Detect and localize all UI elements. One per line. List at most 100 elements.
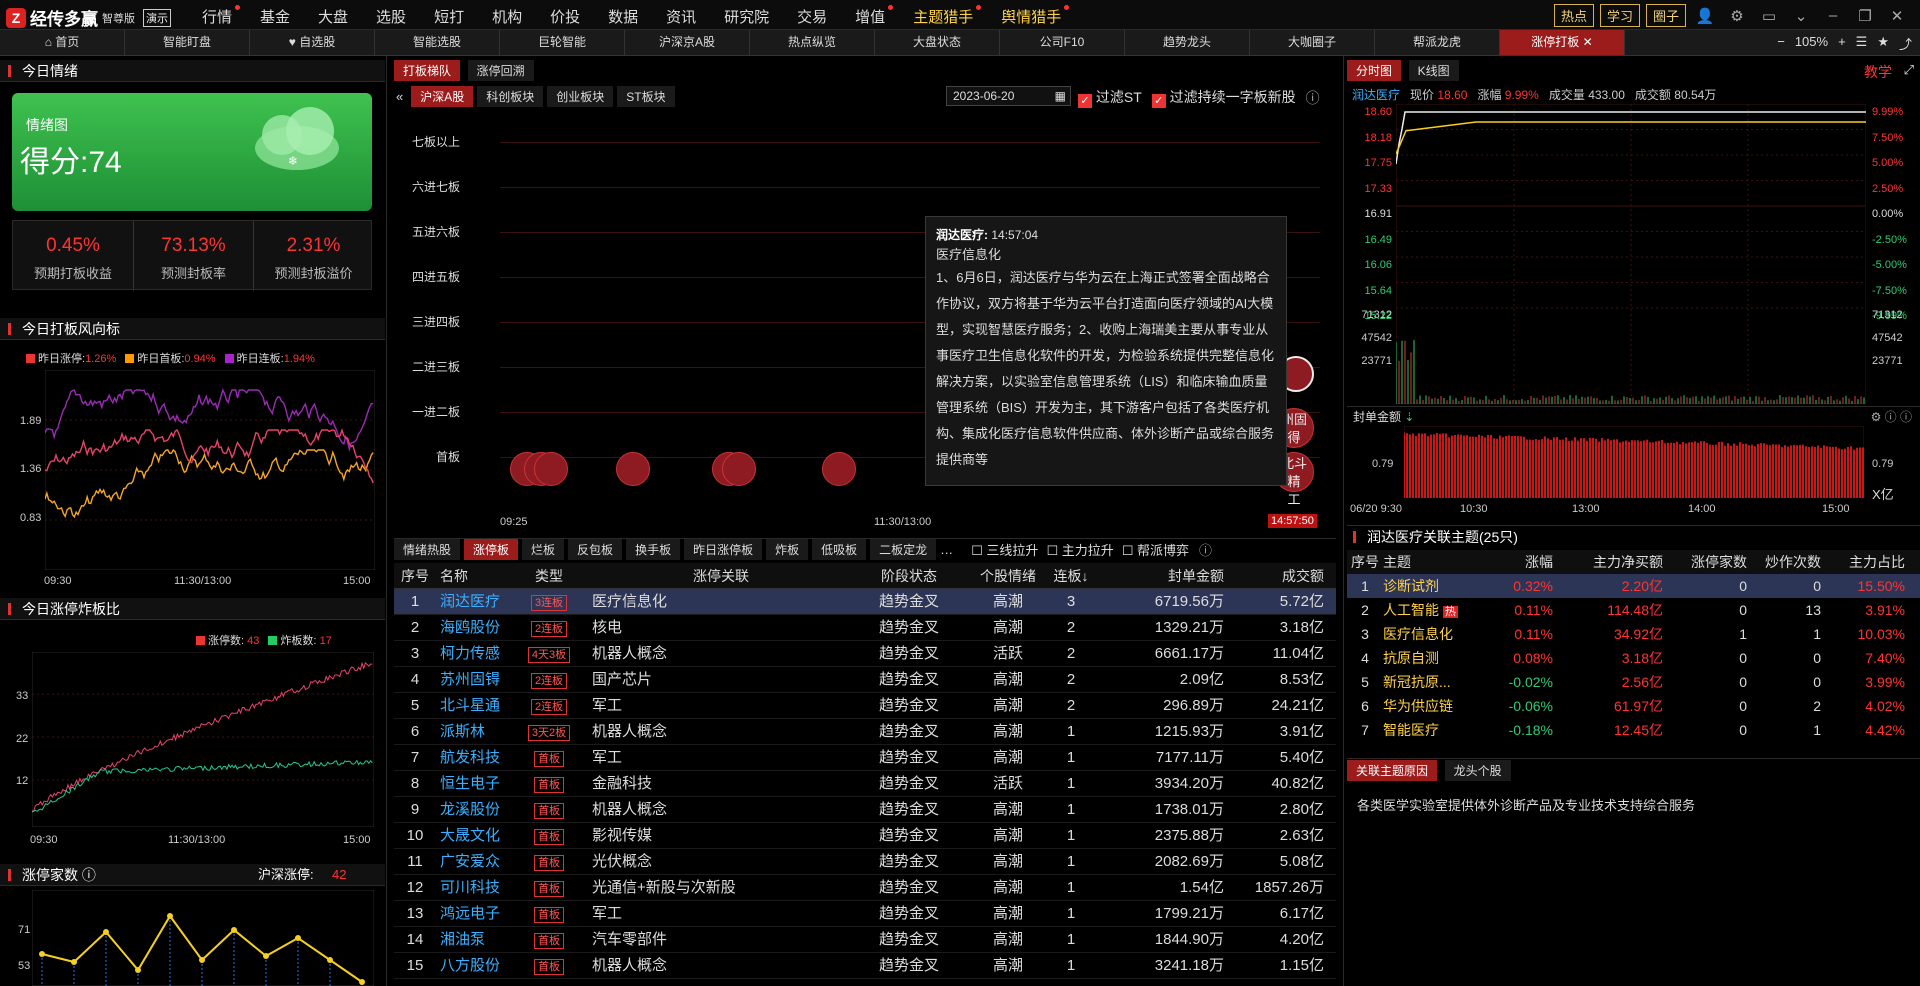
table-row[interactable]: 15 八方股份 首板 机器人概念 趋势金叉 高潮 1 3241.18万 1.15亿 (394, 953, 1336, 979)
stock-bubble[interactable] (822, 452, 856, 486)
market-tab-chuangye[interactable]: 创业板块 (547, 86, 614, 107)
tab-a-shares[interactable]: 沪深京A股 (625, 30, 750, 55)
window-layout-icon[interactable]: ▭ (1756, 7, 1782, 25)
help-icon[interactable]: ⓘ (82, 867, 96, 883)
tab-theme-reason[interactable]: 关联主题原因 (1347, 760, 1438, 781)
check-main-force[interactable]: ☐ 主力拉升 (1046, 540, 1113, 559)
menu-jigou[interactable]: 机构 (478, 6, 536, 27)
stock-bubble[interactable] (722, 452, 756, 486)
help-icon[interactable]: ⓘ (1306, 88, 1320, 108)
table-row[interactable]: 7 航发科技 首板 军工 趋势金叉 高潮 1 7177.11万 5.40亿 (394, 745, 1336, 771)
menu-shuju[interactable]: 数据 (594, 6, 652, 27)
tab-leader-stocks[interactable]: 龙头个股 (1444, 760, 1511, 781)
more-tabs-icon[interactable]: … (940, 542, 953, 557)
tab-gang-dragon[interactable]: 帮派龙虎 (1375, 30, 1500, 55)
tab-kline[interactable]: K线图 (1408, 60, 1459, 81)
learn-button[interactable]: 学习 (1599, 4, 1640, 27)
app-logo[interactable]: Z 经传多赢 智尊版 演示 (6, 5, 171, 30)
pin-icon[interactable]: ☰ (1856, 34, 1868, 53)
table-row[interactable]: 11 广安爱众 首板 光伏概念 趋势金叉 高潮 1 2082.69万 5.08亿 (394, 849, 1336, 875)
menu-sentiment-hunter[interactable]: 舆情猎手 (987, 5, 1075, 27)
theme-row[interactable]: 5 新冠抗原... -0.02% 2.56亿 0 0 3.99% (1347, 670, 1920, 694)
restore-icon[interactable]: ❐ (1852, 7, 1878, 25)
theme-row[interactable]: 2 人工智能 热 0.11% 114.48亿 0 13 3.91% (1347, 598, 1920, 622)
close-icon[interactable]: ✕ (1884, 7, 1910, 25)
market-tab-hushen[interactable]: 沪深A股 (411, 86, 474, 107)
seal-tools[interactable]: ⚙ ⓘ ⓘ (1871, 407, 1912, 427)
table-row[interactable]: 1 润达医疗 3连板 医疗信息化 趋势金叉 高潮 3 6719.56万 5.72亿 (394, 589, 1336, 615)
tab-market-state[interactable]: 大盘状态 (875, 30, 1000, 55)
table-row[interactable]: 3 柯力传感 4天3板 机器人概念 趋势金叉 活跃 2 6661.17万 11.04亿 (394, 641, 1336, 667)
menu-yanjiuyuan[interactable]: 研究院 (710, 6, 783, 27)
theme-row[interactable]: 1 诊断试剂 0.32% 2.20亿 0 0 15.50% (1347, 574, 1920, 598)
table-row[interactable]: 2 海鸥股份 2连板 核电 趋势金叉 高潮 2 1329.21万 3.18亿 (394, 615, 1336, 641)
list-tab-yesterday[interactable]: 昨日涨停板 (684, 539, 763, 560)
circle-button[interactable]: 圈子 (1645, 4, 1686, 27)
star-icon[interactable]: ★ (1877, 34, 1889, 53)
tab-limit-up[interactable]: 涨停打板 ✕ (1500, 30, 1625, 55)
date-picker[interactable]: 2023-06-20 ▦ (946, 86, 1071, 106)
menu-duanda[interactable]: 短打 (420, 6, 478, 27)
list-tab-low-buy[interactable]: 低吸板 (812, 539, 867, 560)
list-tab-rebound[interactable]: 反包板 (568, 539, 623, 560)
table-row[interactable]: 12 可川科技 首板 光通信+新股与次新股 趋势金叉 高潮 1 1.54亿 1857.26万 (394, 875, 1336, 901)
theme-row[interactable]: 3 医疗信息化 0.11% 34.92亿 1 1 10.03% (1347, 622, 1920, 646)
table-row[interactable]: 6 派斯林 3天2板 机器人概念 趋势金叉 高潮 1 1215.93万 3.91亿 (394, 719, 1336, 745)
table-row[interactable]: 4 苏州固锝 2连板 国产芯片 趋势金叉 高潮 2 2.09亿 8.53亿 (394, 667, 1336, 693)
theme-row[interactable]: 4 抗原自测 0.08% 3.18亿 0 0 7.40% (1347, 646, 1920, 670)
table-row[interactable]: 5 北斗星通 2连板 军工 趋势金叉 高潮 2 296.89万 24.21亿 (394, 693, 1336, 719)
tab-julun[interactable]: 巨轮智能 (500, 30, 625, 55)
tab-trend-leader[interactable]: 趋势龙头 (1125, 30, 1250, 55)
list-tab-hot[interactable]: 情绪热股 (394, 539, 461, 560)
expand-icon[interactable]: ⤢ (1904, 62, 1914, 78)
list-tab-limit-up[interactable]: 涨停板 (464, 539, 519, 560)
check-three-line[interactable]: ☐ 三线拉升 (971, 540, 1038, 559)
tab-f10[interactable]: 公司F10 (1000, 30, 1125, 55)
menu-dapan[interactable]: 大盘 (304, 6, 362, 27)
zoom-in-icon[interactable]: + (1838, 34, 1846, 53)
table-row[interactable]: 9 龙溪股份 首板 机器人概念 趋势金叉 高潮 1 1738.01万 2.80亿 (394, 797, 1336, 823)
demo-badge[interactable]: 演示 (143, 8, 171, 27)
tab-home[interactable]: ⌂ 首页 (0, 30, 125, 55)
menu-zixun[interactable]: 资讯 (652, 6, 710, 27)
menu-xuangu[interactable]: 选股 (362, 6, 420, 27)
teach-link[interactable]: 教学 (1864, 62, 1892, 82)
menu-theme-hunter[interactable]: 主题猎手 (899, 5, 987, 27)
help-icon[interactable]: ⓘ (1199, 540, 1212, 559)
tab-watchlist[interactable]: ♥ 自选股 (250, 30, 375, 55)
mood-card[interactable]: 情绪图 得分:74 ❄ (12, 93, 372, 211)
tab-hotspots[interactable]: 热点纵览 (750, 30, 875, 55)
table-row[interactable]: 13 鸿远电子 首板 军工 趋势金叉 高潮 1 1799.21万 6.17亿 (394, 901, 1336, 927)
tab-ladder[interactable]: 打板梯队 (394, 60, 461, 81)
user-icon[interactable]: 👤 (1692, 7, 1718, 25)
stock-bubble[interactable] (534, 452, 568, 486)
list-tab-second-board[interactable]: 二板定龙 (870, 539, 937, 560)
menu-jiatou[interactable]: 价投 (536, 6, 594, 27)
zoom-out-icon[interactable]: − (1777, 34, 1785, 53)
list-tab-broken[interactable]: 烂板 (522, 539, 565, 560)
menu-jijin[interactable]: 基金 (246, 6, 304, 27)
list-tab-blown[interactable]: 炸板 (766, 539, 809, 560)
menu-zengzhi[interactable]: 增值 (841, 5, 899, 27)
collapse-icon[interactable]: « (396, 89, 403, 104)
tab-big-circle[interactable]: 大咖圈子 (1250, 30, 1375, 55)
list-tab-turnover[interactable]: 换手板 (626, 539, 681, 560)
table-row[interactable]: 10 大晟文化 首板 影视传媒 趋势金叉 高潮 1 2375.88万 2.63亿 (394, 823, 1336, 849)
table-row[interactable]: 8 恒生电子 首板 金融科技 趋势金叉 活跃 1 3934.20万 40.82亿 (394, 771, 1336, 797)
tab-backtrace[interactable]: 涨停回溯 (467, 60, 534, 81)
minimize-icon[interactable]: – (1820, 7, 1846, 24)
tab-smart-select[interactable]: 智能选股 (375, 30, 500, 55)
tab-intraday[interactable]: 分时图 (1347, 60, 1402, 81)
market-tab-kechuang[interactable]: 科创板块 (477, 86, 544, 107)
market-tab-st[interactable]: ST板块 (617, 86, 675, 107)
menu-hangqing[interactable]: 行情 (188, 5, 246, 27)
check-gang[interactable]: ☐ 帮派博弈 (1122, 540, 1189, 559)
stock-bubble[interactable] (616, 452, 650, 486)
theme-row[interactable]: 7 智能医疗 -0.18% 12.45亿 0 1 4.42% (1347, 718, 1920, 742)
table-row[interactable]: 14 湘油泵 首板 汽车零部件 趋势金叉 高潮 1 1844.90万 4.20亿 (394, 927, 1336, 953)
tab-smart-watch[interactable]: 智能盯盘 (125, 30, 250, 55)
hot-button[interactable]: 热点 (1553, 4, 1594, 27)
filter-new-checkbox[interactable]: ✓ 过滤持续一字板新股 (1151, 87, 1296, 108)
chevron-down-icon[interactable]: ⌄ (1788, 7, 1814, 25)
gear-icon[interactable]: ⚙ (1724, 7, 1750, 25)
